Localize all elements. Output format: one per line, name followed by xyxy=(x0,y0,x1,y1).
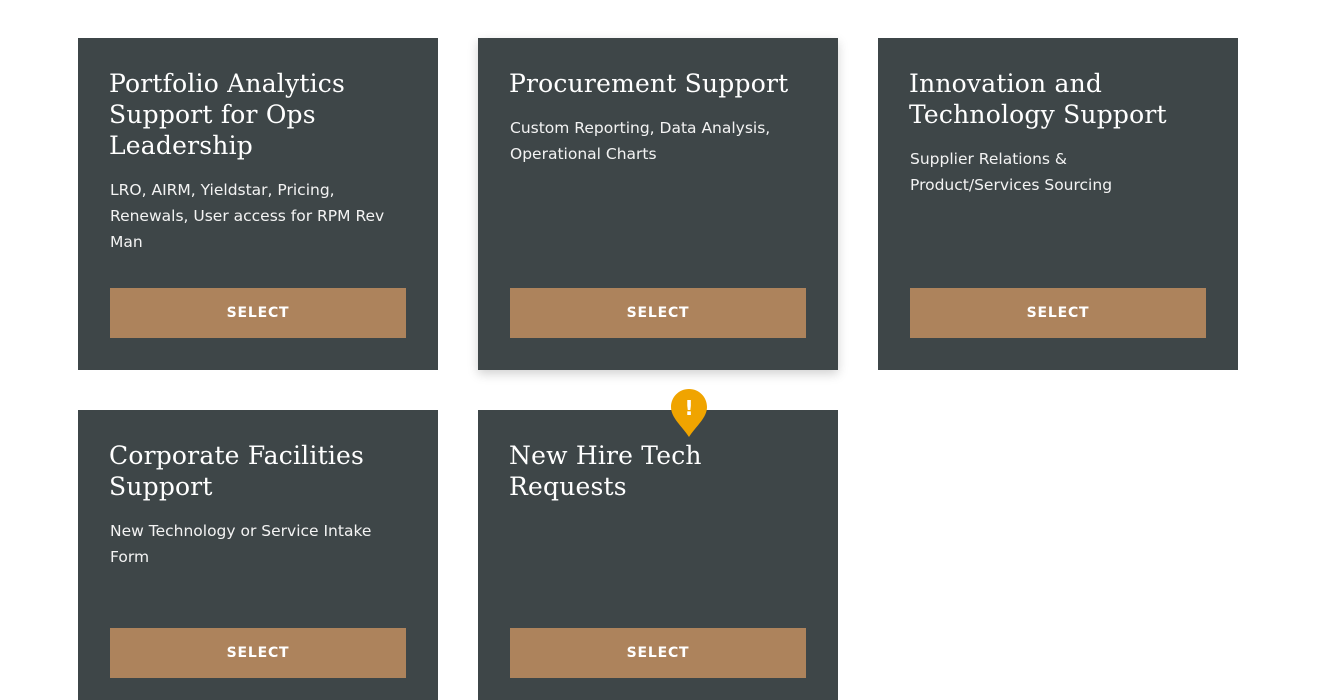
card-description: LRO, AIRM, Yieldstar, Pricing, Renewals,… xyxy=(110,181,385,251)
card-title: Corporate Facilities Support xyxy=(109,441,365,501)
card-title: Portfolio Analytics Support for Ops Lead… xyxy=(109,69,346,160)
service-card-procurement-support: Procurement Support Custom Reporting, Da… xyxy=(478,38,838,370)
card-title: New Hire Tech Requests xyxy=(509,441,702,501)
pin-glyph: ! xyxy=(684,396,693,420)
service-card-corporate-facilities: Corporate Facilities Support New Technol… xyxy=(78,410,438,700)
card-description: New Technology or Service Intake Form xyxy=(110,522,372,566)
select-button[interactable]: SELECT xyxy=(110,628,406,678)
select-button[interactable]: SELECT xyxy=(110,288,406,338)
service-card-portfolio-analytics: Portfolio Analytics Support for Ops Lead… xyxy=(78,38,438,370)
select-button[interactable]: SELECT xyxy=(510,288,806,338)
service-card-innovation-technology: Innovation and Technology Support Suppli… xyxy=(878,38,1238,370)
service-card-new-hire-tech: New Hire Tech Requests SELECT xyxy=(478,410,838,700)
exclamation-pin-icon[interactable]: ! xyxy=(670,388,708,438)
select-button[interactable]: SELECT xyxy=(910,288,1206,338)
card-title: Innovation and Technology Support xyxy=(909,69,1167,129)
card-description: Custom Reporting, Data Analysis, Operati… xyxy=(510,119,771,163)
select-button[interactable]: SELECT xyxy=(510,628,806,678)
card-description: Supplier Relations & Product/Services So… xyxy=(910,150,1113,194)
card-title: Procurement Support xyxy=(509,69,789,98)
